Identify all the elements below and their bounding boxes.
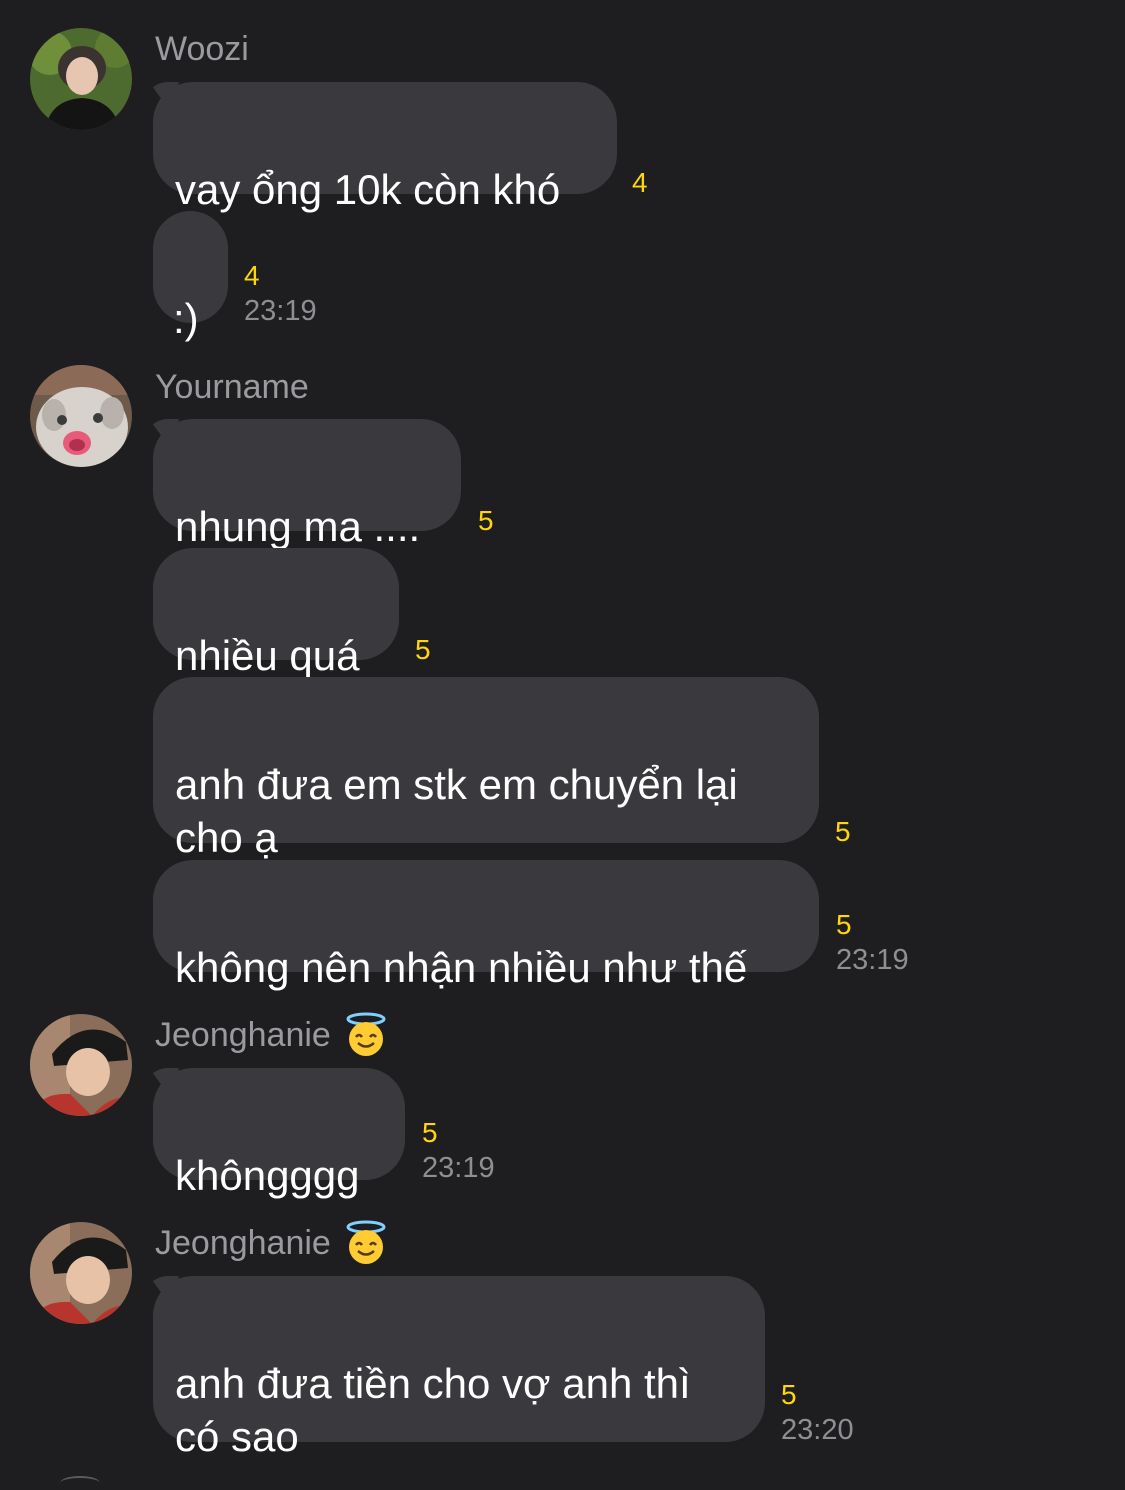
message-bubble[interactable]: anh đưa tiền cho vợ anh thì có sao — [153, 1276, 765, 1460]
woozi-avatar — [30, 28, 132, 130]
sender-name: Jeonghanie — [155, 1012, 389, 1058]
jeonghanie-avatar — [30, 1014, 132, 1116]
message-bubble[interactable]: anh đưa em stk em chuyển lại cho ạ — [153, 677, 819, 861]
avatar[interactable] — [30, 1222, 132, 1324]
sender-name: Woozi — [155, 30, 249, 68]
cat-avatar — [30, 365, 132, 467]
message-bubble[interactable]: nhung ma .... — [153, 419, 461, 550]
sender-name: Yourname — [155, 368, 309, 406]
message-bubble[interactable]: :) — [153, 211, 228, 342]
sender-name: Jeonghanie — [155, 1220, 389, 1266]
message-bubble[interactable]: nhiều quá — [153, 548, 399, 679]
message-bubble[interactable]: khôngggg — [153, 1068, 405, 1199]
timestamp: 23:19 — [836, 944, 909, 976]
reaction-count[interactable]: 5 — [422, 1117, 438, 1149]
message-bubble[interactable]: không nên nhận nhiều như thế — [153, 860, 819, 991]
message-bubble[interactable]: vay ổng 10k còn khó — [153, 82, 617, 213]
avatar[interactable] — [30, 365, 132, 467]
reaction-count[interactable]: 5 — [478, 505, 494, 537]
smiling-face-with-halo-icon — [343, 1012, 389, 1058]
timestamp: 23:20 — [781, 1414, 854, 1446]
avatar[interactable] — [30, 1014, 132, 1116]
timestamp: 23:19 — [244, 295, 317, 327]
next-avatar-edge — [60, 1476, 100, 1490]
smiling-face-with-halo-icon — [343, 1220, 389, 1266]
reaction-count[interactable]: 5 — [415, 634, 431, 666]
reaction-count[interactable]: 4 — [244, 260, 260, 292]
timestamp: 23:19 — [422, 1152, 495, 1184]
reaction-count[interactable]: 5 — [835, 816, 851, 848]
reaction-count[interactable]: 5 — [836, 909, 852, 941]
reaction-count[interactable]: 4 — [632, 167, 648, 199]
avatar[interactable] — [30, 28, 132, 130]
reaction-count[interactable]: 5 — [781, 1379, 797, 1411]
jeonghanie-avatar — [30, 1222, 132, 1324]
